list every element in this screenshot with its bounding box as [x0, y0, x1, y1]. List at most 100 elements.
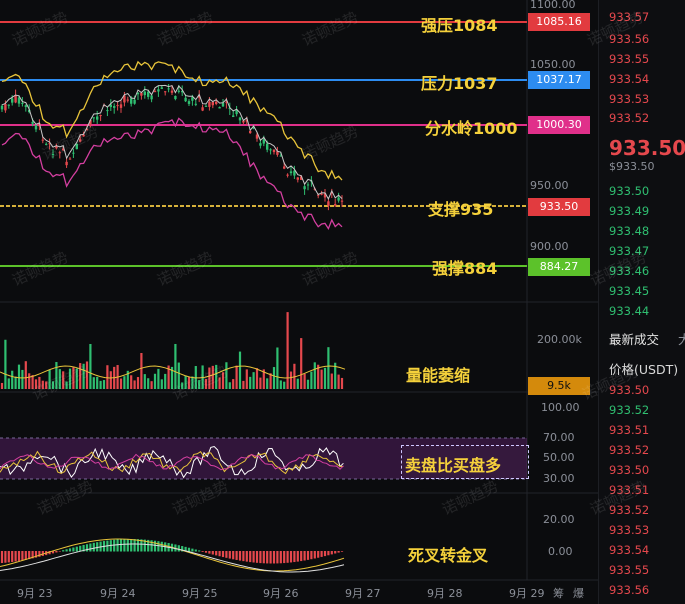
- bid-price[interactable]: 933.44: [609, 304, 649, 318]
- candle-body: [0, 105, 4, 110]
- candle-body: [238, 117, 242, 121]
- candle-body: [153, 91, 157, 93]
- volume-axis-label: 200.00k: [537, 333, 582, 346]
- volume-bar: [340, 377, 344, 389]
- macd-bar: [126, 539, 129, 552]
- strong-support-tag: 884.27: [528, 258, 590, 276]
- volume-bar: [310, 371, 313, 389]
- candle-body: [334, 204, 337, 206]
- candle-body: [17, 97, 21, 104]
- bid-price[interactable]: 933.45: [609, 284, 649, 298]
- macd-bar: [252, 551, 255, 563]
- macd-bar: [289, 551, 293, 563]
- candle-body: [140, 92, 143, 96]
- trades-tab-cut[interactable]: 大: [678, 329, 685, 348]
- candle-body: [296, 177, 299, 180]
- volume-bar: [17, 364, 21, 389]
- candle-body: [218, 107, 221, 109]
- price-axis-label: 950.00: [530, 179, 569, 192]
- macd-bar: [238, 551, 242, 561]
- macd-bar: [116, 539, 119, 552]
- bid-price[interactable]: 933.50: [609, 184, 649, 198]
- volume-bar: [296, 378, 299, 389]
- macd-bar: [266, 551, 269, 564]
- candle-body: [289, 171, 293, 174]
- candle-body: [14, 95, 17, 103]
- date-label: 9月 23: [17, 587, 53, 600]
- trade-price: 933.50: [609, 463, 650, 477]
- candle-body: [160, 87, 163, 89]
- macd-bar: [201, 551, 204, 552]
- bid-price[interactable]: 933.49: [609, 204, 649, 218]
- macd-bar: [232, 551, 235, 560]
- rsi-annotation-box: 卖盘比买盘多: [401, 445, 529, 479]
- macd-bar: [157, 541, 160, 552]
- volume-bar: [7, 378, 10, 389]
- macd-bar: [218, 551, 221, 557]
- volume-bar: [272, 367, 276, 389]
- macd-bar: [262, 551, 265, 564]
- chart-canvas[interactable]: [0, 0, 685, 604]
- ask-price[interactable]: 933.54: [609, 72, 649, 86]
- candle-body: [147, 91, 150, 97]
- bid-price[interactable]: 933.48: [609, 224, 649, 238]
- candle-body: [269, 149, 272, 151]
- macd-bar: [293, 551, 296, 563]
- candle-body: [187, 101, 191, 104]
- candle-body: [327, 201, 330, 206]
- ask-price[interactable]: 933.52: [609, 111, 649, 125]
- macd-bar: [323, 551, 327, 557]
- macd-bar: [283, 551, 286, 564]
- macd-bar: [245, 551, 248, 562]
- volume-bar: [266, 378, 269, 389]
- macd-bar: [279, 551, 282, 564]
- volume-bar: [24, 361, 27, 389]
- macd-bar: [58, 551, 61, 552]
- macd-bar: [269, 551, 272, 564]
- volume-bar: [99, 380, 102, 389]
- resistance-label: 压力1037: [421, 74, 498, 93]
- trade-price: 933.53: [609, 523, 650, 537]
- macd-axis-label: 0.00: [548, 545, 573, 558]
- macd-bar: [272, 551, 276, 564]
- macd-bar: [136, 539, 140, 552]
- date-label: 9月 29: [509, 587, 545, 600]
- macd-bar: [242, 551, 245, 562]
- volume-annotation: 量能萎缩: [406, 366, 471, 385]
- macd-bar: [92, 542, 95, 552]
- price-axis-label: 900.00: [530, 240, 569, 253]
- chips-button[interactable]: 筹: [553, 585, 564, 601]
- volume-bar: [289, 371, 293, 389]
- volume-bar: [109, 371, 112, 389]
- volume-bar: [283, 381, 286, 389]
- macd-bar: [153, 540, 157, 552]
- macd-bar: [133, 539, 136, 552]
- volume-bar: [106, 365, 109, 389]
- macd-bar: [24, 551, 27, 560]
- macd-bar: [221, 551, 225, 558]
- ask-price[interactable]: 933.53: [609, 92, 649, 106]
- volume-bar: [0, 382, 4, 389]
- rsi-axis-label: 70.00: [543, 431, 575, 444]
- volume-bar: [255, 368, 259, 389]
- candle-body: [204, 105, 208, 107]
- macd-axis-label: 20.00: [543, 513, 575, 526]
- latest-trades-tab[interactable]: 最新成交: [609, 329, 659, 348]
- trade-price: 933.52: [609, 443, 650, 457]
- date-label: 9月 27: [345, 587, 381, 600]
- volume-bar: [242, 380, 245, 389]
- mid-price: 933.50: [609, 136, 685, 160]
- rsi-annotation: 卖盘比买盘多: [405, 456, 502, 475]
- candle-body: [92, 117, 95, 119]
- liquidation-button[interactable]: 爆: [573, 585, 584, 601]
- macd-bar: [17, 551, 21, 561]
- candle-body: [41, 139, 44, 141]
- macd-bar: [317, 551, 320, 558]
- macd-annotation: 死叉转金叉: [408, 546, 489, 565]
- ask-price[interactable]: 933.55: [609, 52, 649, 66]
- candle-body: [167, 88, 170, 90]
- volume-bar: [11, 370, 14, 389]
- macd-bar: [211, 551, 214, 555]
- candle-body: [126, 99, 129, 101]
- volume-bar: [228, 382, 231, 389]
